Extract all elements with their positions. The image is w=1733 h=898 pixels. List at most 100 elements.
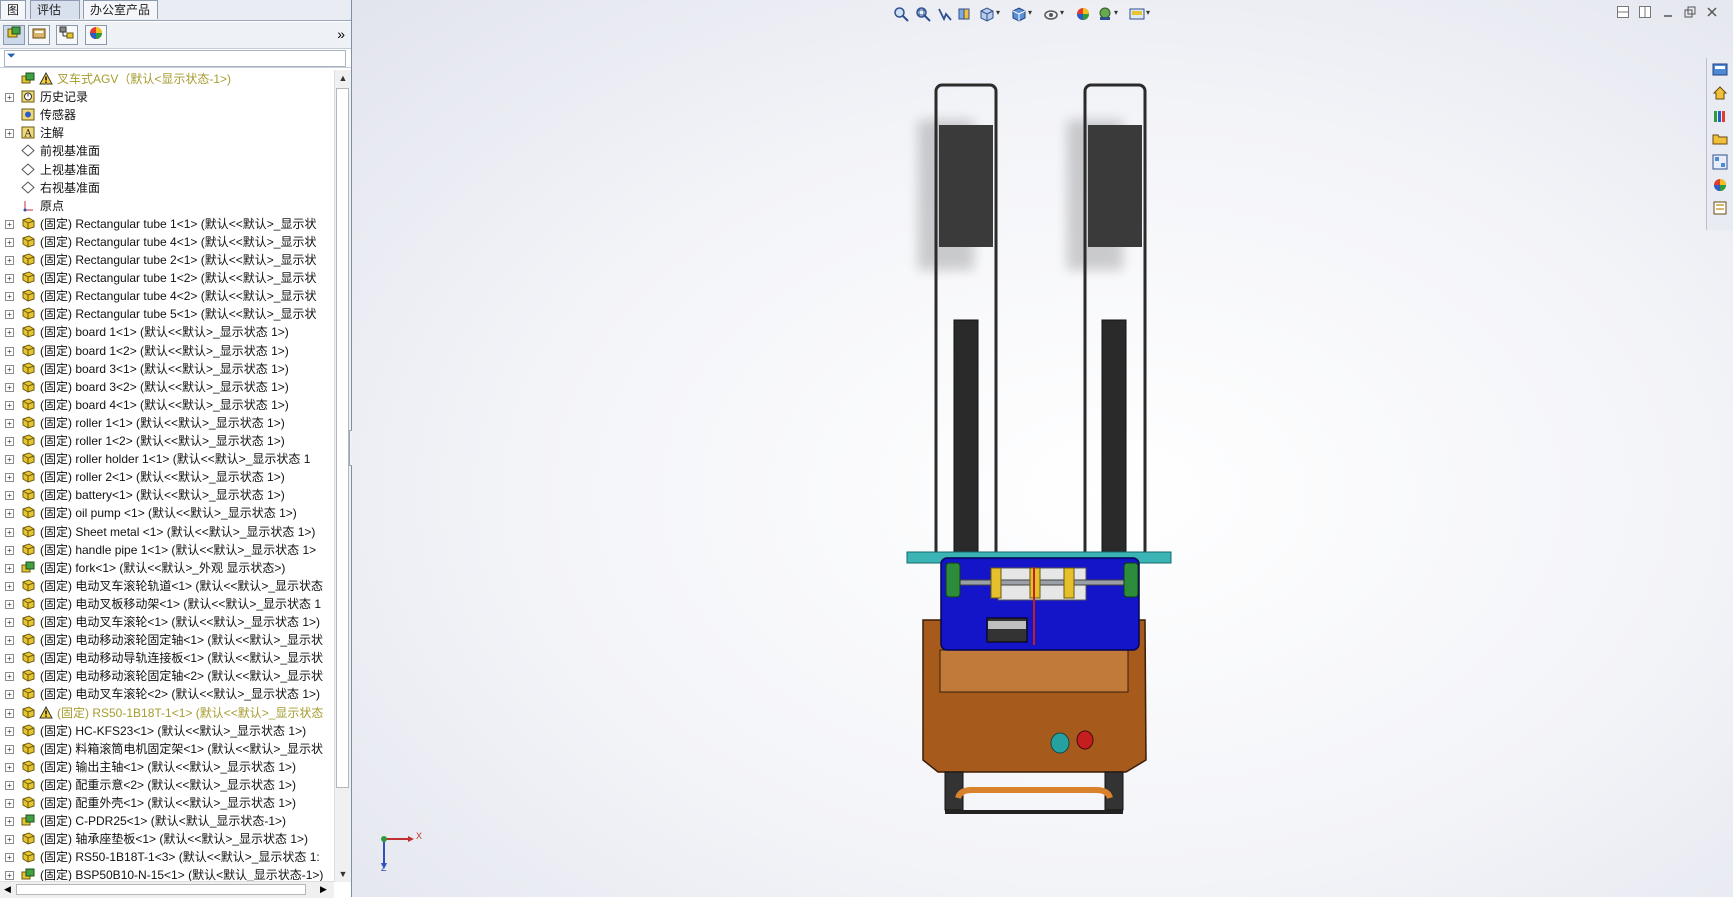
restore-icon[interactable] [1682,6,1698,20]
scroll-thumb[interactable] [336,88,349,788]
expand-icon[interactable]: + [5,491,14,501]
expand-icon[interactable]: + [5,437,14,446]
feature-manager-icon[interactable] [3,25,25,45]
expand-icon[interactable]: + [5,93,14,103]
tree-item[interactable]: + (固定) 配重外壳<1> (默认<<默认>_显示状态 1>) [0,794,334,812]
tree-item[interactable]: 原点 [0,197,334,215]
tree-item[interactable]: + (固定) RS50-1B18T-1<1> (默认<<默认>_显示状态 [0,704,334,722]
expand-icon[interactable]: + [5,708,14,718]
expand-icon[interactable]: + [5,310,14,320]
filter-icon[interactable]: ⏷ [7,50,16,63]
expand-icon[interactable]: + [5,581,14,591]
apply-scene-icon[interactable] [1096,6,1114,24]
expand-icon[interactable]: + [5,654,14,664]
tile-horizontal-icon[interactable] [1615,6,1631,20]
tree-item[interactable]: + (固定) roller 1<1> (默认<<默认>_显示状态 1>) [0,414,334,432]
filter-input[interactable]: ⏷ [4,50,346,67]
tab-evaluate[interactable]: 评估 [30,0,80,19]
property-manager-icon[interactable] [28,25,50,45]
tree-item[interactable]: + (固定) Rectangular tube 1<2> (默认<<默认>_显示状 [0,269,334,287]
expand-icon[interactable]: + [5,690,14,700]
scroll-left-icon[interactable]: ◀ [4,884,11,895]
left-roller[interactable] [945,562,961,598]
expand-icon[interactable]: + [5,835,14,845]
expand-icon[interactable]: + [5,636,14,646]
tree-item[interactable]: + (固定) Rectangular tube 1<1> (默认<<默认>_显示状 [0,215,334,233]
expand-icon[interactable]: + [5,364,14,374]
tab-office-products[interactable]: 办公室产品 [83,0,158,19]
scroll-down-icon[interactable]: ▼ [338,869,348,879]
emergency-stop-button[interactable] [1076,730,1094,750]
roller-shaft[interactable] [947,579,1139,586]
chevron-down-icon[interactable]: ▾ [996,8,1000,17]
expand-icon[interactable]: + [5,292,14,302]
tree-item[interactable]: + (固定) roller 1<2> (默认<<默认>_显示状态 1>) [0,432,334,450]
expand-icon[interactable]: + [5,799,14,808]
tree-item[interactable]: + (固定) 输出主轴<1> (默认<<默认>_显示状态 1>) [0,758,334,776]
section-view-icon[interactable] [956,6,974,24]
expand-icon[interactable]: + [5,400,14,410]
tree-item[interactable]: + (固定) oil pump <1> (默认<<默认>_显示状态 1>) [0,504,334,522]
custom-properties-icon[interactable] [1710,200,1730,220]
tree-item[interactable]: + (固定) RS50-1B18T-1<3> (默认<<默认>_显示状态 1: [0,848,334,866]
housing-top-panel[interactable] [939,649,1129,693]
expand-icon[interactable]: + [5,509,14,519]
tree-item[interactable]: + (固定) Sheet metal <1> (默认<<默认>_显示状态 1>) [0,523,334,541]
tree-item[interactable]: 传感器 [0,106,334,124]
scroll-right-icon[interactable]: ▶ [320,884,327,895]
tree-item[interactable]: + (固定) roller holder 1<1> (默认<<默认>_显示状态 1 [0,450,334,468]
left-fork-pad[interactable] [939,125,993,247]
tree-item[interactable]: + (固定) Rectangular tube 2<1> (默认<<默认>_显示状 [0,251,334,269]
expand-icon[interactable]: + [5,473,14,483]
tree-item[interactable]: + (固定) 电动移动导轨连接板<1> (默认<<默认>_显示状 [0,649,334,667]
expand-icon[interactable]: + [5,762,14,772]
tree-item[interactable]: + (固定) board 1<1> (默认<<默认>_显示状态 1>) [0,323,334,341]
chevron-down-icon[interactable]: ▾ [1146,8,1150,17]
solidworks-resources-icon[interactable] [1710,62,1730,82]
expand-icon[interactable]: + [5,871,14,881]
expand-icon[interactable]: + [5,328,14,338]
tree-item[interactable]: + (固定) 电动叉车滚轮<2> (默认<<默认>_显示状态 1>) [0,685,334,703]
graphics-area[interactable]: ▾ ▾ ▾ ▾ ▾ X Z [352,0,1733,897]
tree-item[interactable]: + (固定) Rectangular tube 4<1> (默认<<默认>_显示状 [0,233,334,251]
tree-item[interactable]: + (固定) Rectangular tube 4<2> (默认<<默认>_显示状 [0,287,334,305]
tree-item[interactable]: + (固定) 电动移动滚轮固定轴<1> (默认<<默认>_显示状 [0,631,334,649]
chevron-down-icon[interactable]: ▾ [1060,8,1064,17]
expand-icon[interactable]: + [5,455,14,465]
tree-item[interactable]: + (固定) 料箱滚筒电机固定架<1> (默认<<默认>_显示状 [0,740,334,758]
right-fork-rail[interactable] [1101,319,1127,566]
chevron-down-icon[interactable]: ▾ [1028,8,1032,17]
tree-item[interactable]: + (固定) handle pipe 1<1> (默认<<默认>_显示状态 1> [0,541,334,559]
tree-item[interactable]: + (固定) roller 2<1> (默认<<默认>_显示状态 1>) [0,468,334,486]
expand-icon[interactable]: + [5,527,14,537]
tree-vertical-scrollbar[interactable]: ▲ ▼ [334,70,351,882]
expand-icon[interactable]: + [5,672,14,682]
scroll-up-icon[interactable]: ▲ [338,73,348,83]
zoom-to-fit-icon[interactable] [892,6,910,24]
tree-item[interactable]: 上视基准面 [0,161,334,179]
tree-item[interactable]: + (固定) 电动叉板移动架<1> (默认<<默认>_显示状态 1 [0,595,334,613]
expand-icon[interactable]: + [5,599,14,609]
tree-item[interactable]: + (固定) 电动叉车滚轮轨道<1> (默认<<默认>_显示状态 [0,577,334,595]
tree-item[interactable]: + (固定) 配重示意<2> (默认<<默认>_显示状态 1>) [0,776,334,794]
right-roller[interactable] [1123,562,1139,598]
expand-icon[interactable]: + [5,418,14,428]
tree-item[interactable]: + (固定) 电动叉车滚轮<1> (默认<<默认>_显示状态 1>) [0,613,334,631]
tree-item[interactable]: + (固定) battery<1> (默认<<默认>_显示状态 1>) [0,486,334,504]
tab-drawing[interactable]: 图 [0,0,26,19]
tree-item[interactable]: + (固定) 轴承座垫板<1> (默认<<默认>_显示状态 1>) [0,830,334,848]
left-fork-rail[interactable] [953,319,979,566]
expand-icon[interactable]: + [5,346,14,356]
tree-item[interactable]: + (固定) board 3<1> (默认<<默认>_显示状态 1>) [0,360,334,378]
tree-item[interactable]: + (固定) 电动移动滚轮固定轴<2> (默认<<默认>_显示状 [0,667,334,685]
green-button[interactable] [1050,732,1070,754]
expand-icon[interactable]: + [5,256,14,265]
view-palette-icon[interactable] [1710,154,1730,174]
expand-icon[interactable]: + [5,382,14,392]
expand-icon[interactable]: + [5,618,14,627]
previous-view-icon[interactable] [936,6,954,24]
tree-item[interactable]: + (固定) fork<1> (默认<<默认>_外观 显示状态>) [0,559,334,577]
expand-icon[interactable]: + [5,237,14,247]
view-settings-icon[interactable] [1128,6,1146,24]
expand-icon[interactable]: + [5,129,14,139]
